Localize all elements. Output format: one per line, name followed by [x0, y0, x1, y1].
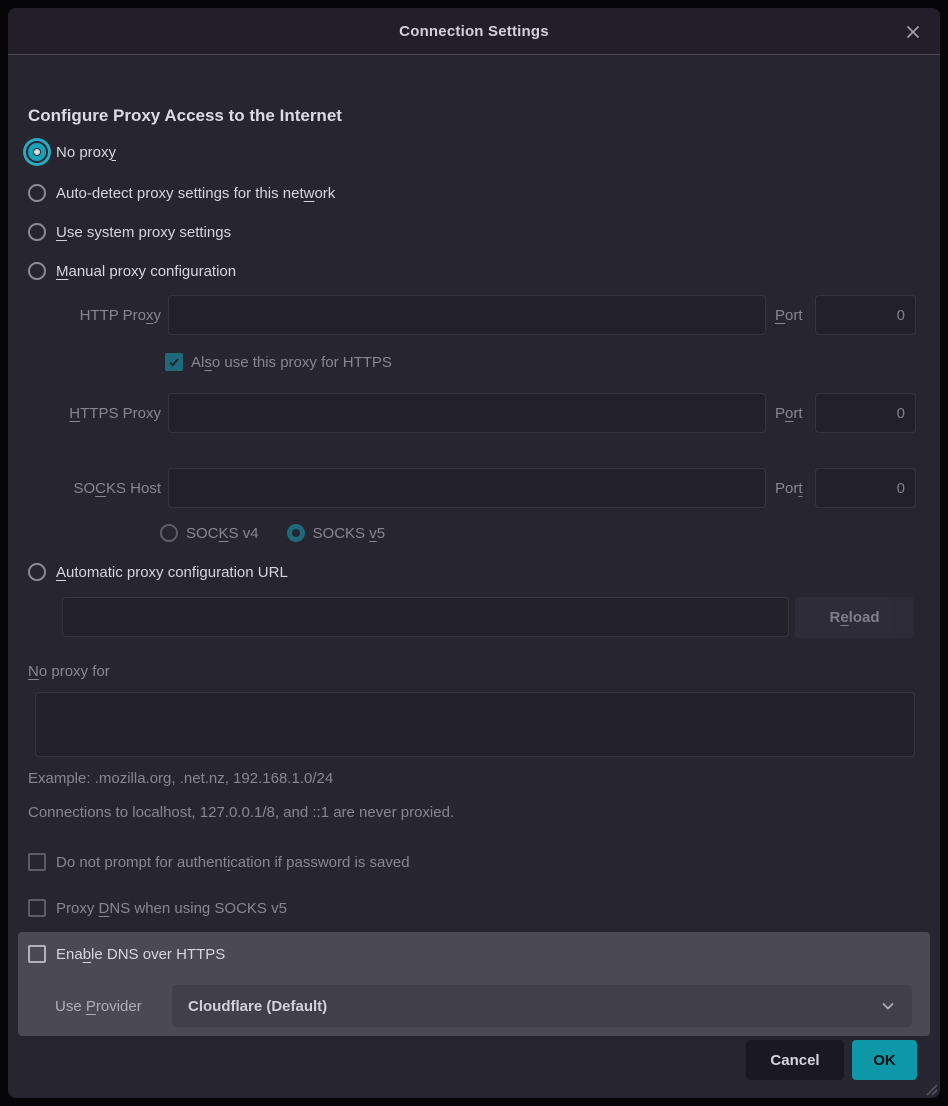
radio-row-auto-detect[interactable]: Auto-detect proxy settings for this netw…	[28, 184, 335, 202]
http-port-label: Port	[775, 307, 808, 324]
radio-socks-v5-label: SOCKS v5	[313, 525, 386, 542]
page-title: Configure Proxy Access to the Internet	[28, 106, 342, 126]
chevron-down-icon	[880, 998, 896, 1014]
share-proxy-label: Also use this proxy for HTTPS	[191, 354, 392, 371]
connection-settings-dialog: Connection Settings Configure Proxy Acce…	[8, 8, 940, 1098]
doh-provider-dropdown[interactable]: Cloudflare (Default)	[172, 985, 912, 1027]
radio-manual[interactable]	[28, 262, 46, 280]
no-prompt-auth-label: Do not prompt for authentication if pass…	[56, 854, 410, 871]
radio-use-system-label: Use system proxy settings	[56, 224, 231, 241]
socks-host-input[interactable]	[168, 468, 766, 508]
radio-use-system[interactable]	[28, 223, 46, 241]
reload-button[interactable]: Reload	[795, 597, 914, 638]
https-proxy-input[interactable]	[168, 393, 766, 433]
socks-port-input[interactable]	[815, 468, 916, 508]
share-proxy-row[interactable]: Also use this proxy for HTTPS	[165, 353, 392, 371]
radio-auto-detect[interactable]	[28, 184, 46, 202]
radio-no-proxy[interactable]	[28, 143, 46, 161]
radio-row-manual[interactable]: Manual proxy configuration	[28, 262, 236, 280]
https-proxy-row: HTTPS Proxy Port	[28, 393, 916, 433]
socks-version-row: SOCKS v4 SOCKS v5	[160, 524, 385, 542]
auto-config-url-input[interactable]	[62, 597, 789, 637]
no-proxy-for-label: No proxy for	[28, 663, 110, 680]
close-icon	[905, 24, 921, 40]
radio-manual-label: Manual proxy configuration	[56, 263, 236, 280]
ok-button[interactable]: OK	[852, 1040, 917, 1080]
screen: Connection Settings Configure Proxy Acce…	[0, 0, 948, 1106]
radio-no-proxy-label: No proxy	[56, 144, 116, 161]
checkbox-no-prompt-auth[interactable]	[28, 853, 46, 871]
radio-row-auto-url[interactable]: Automatic proxy configuration URL	[28, 563, 288, 581]
radio-auto-url-label: Automatic proxy configuration URL	[56, 564, 288, 581]
http-proxy-label: HTTP Proxy	[28, 307, 161, 324]
doh-panel: Enable DNS over HTTPS Use Provider Cloud…	[18, 932, 930, 1036]
radio-row-use-system[interactable]: Use system proxy settings	[28, 223, 231, 241]
radio-auto-url[interactable]	[28, 563, 46, 581]
checkbox-enable-doh[interactable]	[28, 945, 46, 963]
doh-provider-value: Cloudflare (Default)	[188, 998, 327, 1015]
radio-auto-detect-label: Auto-detect proxy settings for this netw…	[56, 185, 335, 202]
dialog-titlebar[interactable]: Connection Settings	[8, 8, 940, 55]
use-provider-label: Use Provider	[55, 998, 142, 1015]
radio-socks-v5[interactable]	[287, 524, 305, 542]
localhost-note-text: Connections to localhost, 127.0.0.1/8, a…	[28, 804, 454, 821]
checkbox-proxy-dns[interactable]	[28, 899, 46, 917]
https-proxy-label: HTTPS Proxy	[28, 405, 161, 422]
cancel-button[interactable]: Cancel	[746, 1040, 844, 1080]
http-proxy-row: HTTP Proxy Port	[28, 295, 916, 335]
checkmark-icon	[168, 356, 180, 368]
proxy-dns-label: Proxy DNS when using SOCKS v5	[56, 900, 287, 917]
no-proxy-example-text: Example: .mozilla.org, .net.nz, 192.168.…	[28, 770, 333, 787]
radio-socks-v4[interactable]	[160, 524, 178, 542]
radio-socks-v4-label: SOCKS v4	[186, 525, 259, 542]
close-button[interactable]	[902, 21, 924, 43]
http-proxy-input[interactable]	[168, 295, 766, 335]
socks-host-row: SOCKS Host Port	[28, 468, 916, 508]
https-port-input[interactable]	[815, 393, 916, 433]
enable-doh-label: Enable DNS over HTTPS	[56, 946, 225, 963]
socks-port-label: Port	[775, 480, 808, 497]
resize-grip-icon[interactable]	[924, 1082, 939, 1097]
proxy-dns-row[interactable]: Proxy DNS when using SOCKS v5	[28, 899, 287, 917]
no-proxy-for-textarea[interactable]	[35, 692, 915, 757]
no-prompt-auth-row[interactable]: Do not prompt for authentication if pass…	[28, 853, 410, 871]
radio-row-no-proxy[interactable]: No proxy	[28, 143, 116, 161]
http-port-input[interactable]	[815, 295, 916, 335]
dialog-title: Connection Settings	[399, 23, 549, 40]
doh-provider-label-wrap: Use Provider	[55, 985, 142, 1027]
doh-enable-row[interactable]: Enable DNS over HTTPS	[28, 945, 225, 963]
checkbox-share-proxy[interactable]	[165, 353, 183, 371]
socks-host-label: SOCKS Host	[28, 480, 161, 497]
https-port-label: Port	[775, 405, 808, 422]
